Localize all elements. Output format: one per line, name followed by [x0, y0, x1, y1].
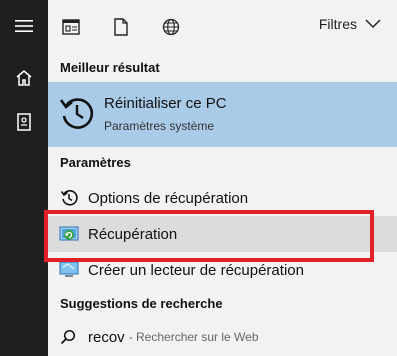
notebook-icon: [17, 113, 31, 131]
chevron-down-icon: [365, 19, 381, 29]
reset-pc-icon: [59, 98, 94, 129]
web-scope-icon: [162, 18, 180, 36]
documents-scope-icon: [114, 18, 128, 36]
web-scope-button[interactable]: [156, 12, 186, 42]
search-results-panel: Filtres Meilleur résultat Réinitialiser …: [48, 0, 397, 356]
apps-scope-icon: [62, 19, 80, 35]
home-button[interactable]: [0, 56, 48, 100]
best-match-title: Réinitialiser ce PC: [104, 95, 227, 112]
suggestion-hint: - Rechercher sur le Web: [128, 330, 259, 344]
filters-dropdown[interactable]: Filtres: [319, 16, 381, 32]
settings-heading: Paramètres: [60, 155, 131, 170]
home-icon: [16, 70, 32, 86]
best-match-result[interactable]: Réinitialiser ce PC Paramètres système: [48, 82, 397, 147]
history-icon: [60, 190, 78, 206]
search-icon: [60, 329, 76, 345]
web-suggestion[interactable]: recov - Rechercher sur le Web: [48, 318, 397, 356]
filters-label: Filtres: [318, 16, 357, 32]
suggestion-query: recov: [88, 328, 125, 346]
documents-scope-button[interactable]: [106, 12, 136, 42]
hamburger-menu-icon: [15, 20, 33, 32]
best-match-heading: Meilleur résultat: [60, 60, 160, 75]
best-match-subtitle: Paramètres système: [104, 119, 215, 133]
hamburger-menu-button[interactable]: [0, 4, 48, 48]
left-rail: [0, 0, 48, 356]
recovery-drive-icon: [59, 261, 79, 277]
suggestions-heading: Suggestions de recherche: [60, 296, 223, 311]
notebook-button[interactable]: [0, 100, 48, 144]
result-label: Créer un lecteur de récupération: [88, 261, 304, 279]
red-annotation-box: [44, 210, 374, 262]
apps-scope-button[interactable]: [56, 12, 86, 42]
result-label: Options de récupération: [88, 189, 249, 207]
search-scope-bar: Filtres: [48, 0, 397, 52]
